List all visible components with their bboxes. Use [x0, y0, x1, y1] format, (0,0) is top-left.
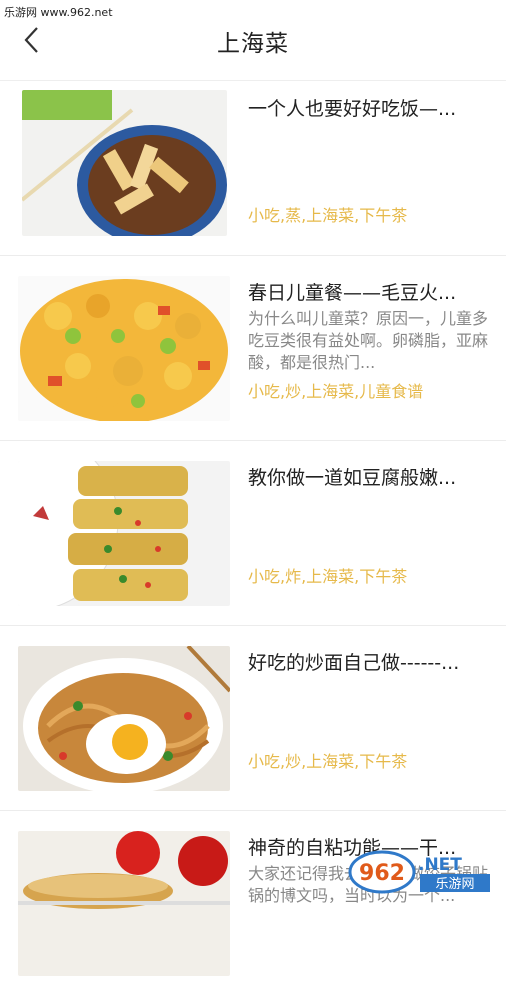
- brand-net-text: .NET: [418, 855, 462, 875]
- brand-logo-text: 962: [359, 861, 405, 886]
- recipe-tags: 小吃,炒,上海菜,儿童食谱: [248, 382, 424, 401]
- recipe-thumbnail: [18, 646, 230, 791]
- recipe-thumbnail: [18, 276, 230, 421]
- recipe-item[interactable]: 神奇的自粘功能——干... 大家还记得我去年写的做饺子锅贴锅的博文吗，当时以为一…: [0, 811, 506, 995]
- recipe-tags: 小吃,蒸,上海菜,下午茶: [248, 206, 408, 225]
- recipe-item[interactable]: 好吃的炒面自己做------... 小吃,炒,上海菜,下午茶: [0, 626, 506, 811]
- recipe-title: 好吃的炒面自己做------...: [248, 652, 460, 674]
- recipe-title: 春日儿童餐——毛豆火...: [248, 282, 457, 304]
- brand-watermark: 962 .NET 乐游网: [348, 848, 498, 894]
- recipe-item[interactable]: 一个人也要好好吃饭—... 小吃,蒸,上海菜,下午茶: [0, 80, 506, 256]
- recipe-tags: 小吃,炸,上海菜,下午茶: [248, 567, 408, 586]
- brand-logo: 962 .NET 乐游网: [348, 850, 490, 894]
- site-watermark: 乐游网 www.962.net: [4, 6, 113, 19]
- recipe-item[interactable]: 教你做一道如豆腐般嫩... 小吃,炸,上海菜,下午茶: [0, 441, 506, 626]
- recipe-thumbnail: [18, 461, 230, 606]
- recipe-item[interactable]: 春日儿童餐——毛豆火... 为什么叫儿童菜？原因一，儿童多吃豆类很有益处啊。卵磷…: [0, 256, 506, 441]
- recipe-description: 为什么叫儿童菜？原因一，儿童多吃豆类很有益处啊。卵磷脂，亚麻酸，都是很热门...: [248, 309, 489, 372]
- recipe-thumbnail: [18, 831, 230, 976]
- page-title: 上海菜: [217, 31, 289, 57]
- recipe-title: 一个人也要好好吃饭—...: [248, 98, 457, 120]
- recipe-tags: 小吃,炒,上海菜,下午茶: [248, 752, 408, 771]
- recipe-title: 教你做一道如豆腐般嫩...: [248, 467, 457, 489]
- recipe-thumbnail: [22, 90, 227, 236]
- brand-sub-text: 乐游网: [435, 877, 474, 892]
